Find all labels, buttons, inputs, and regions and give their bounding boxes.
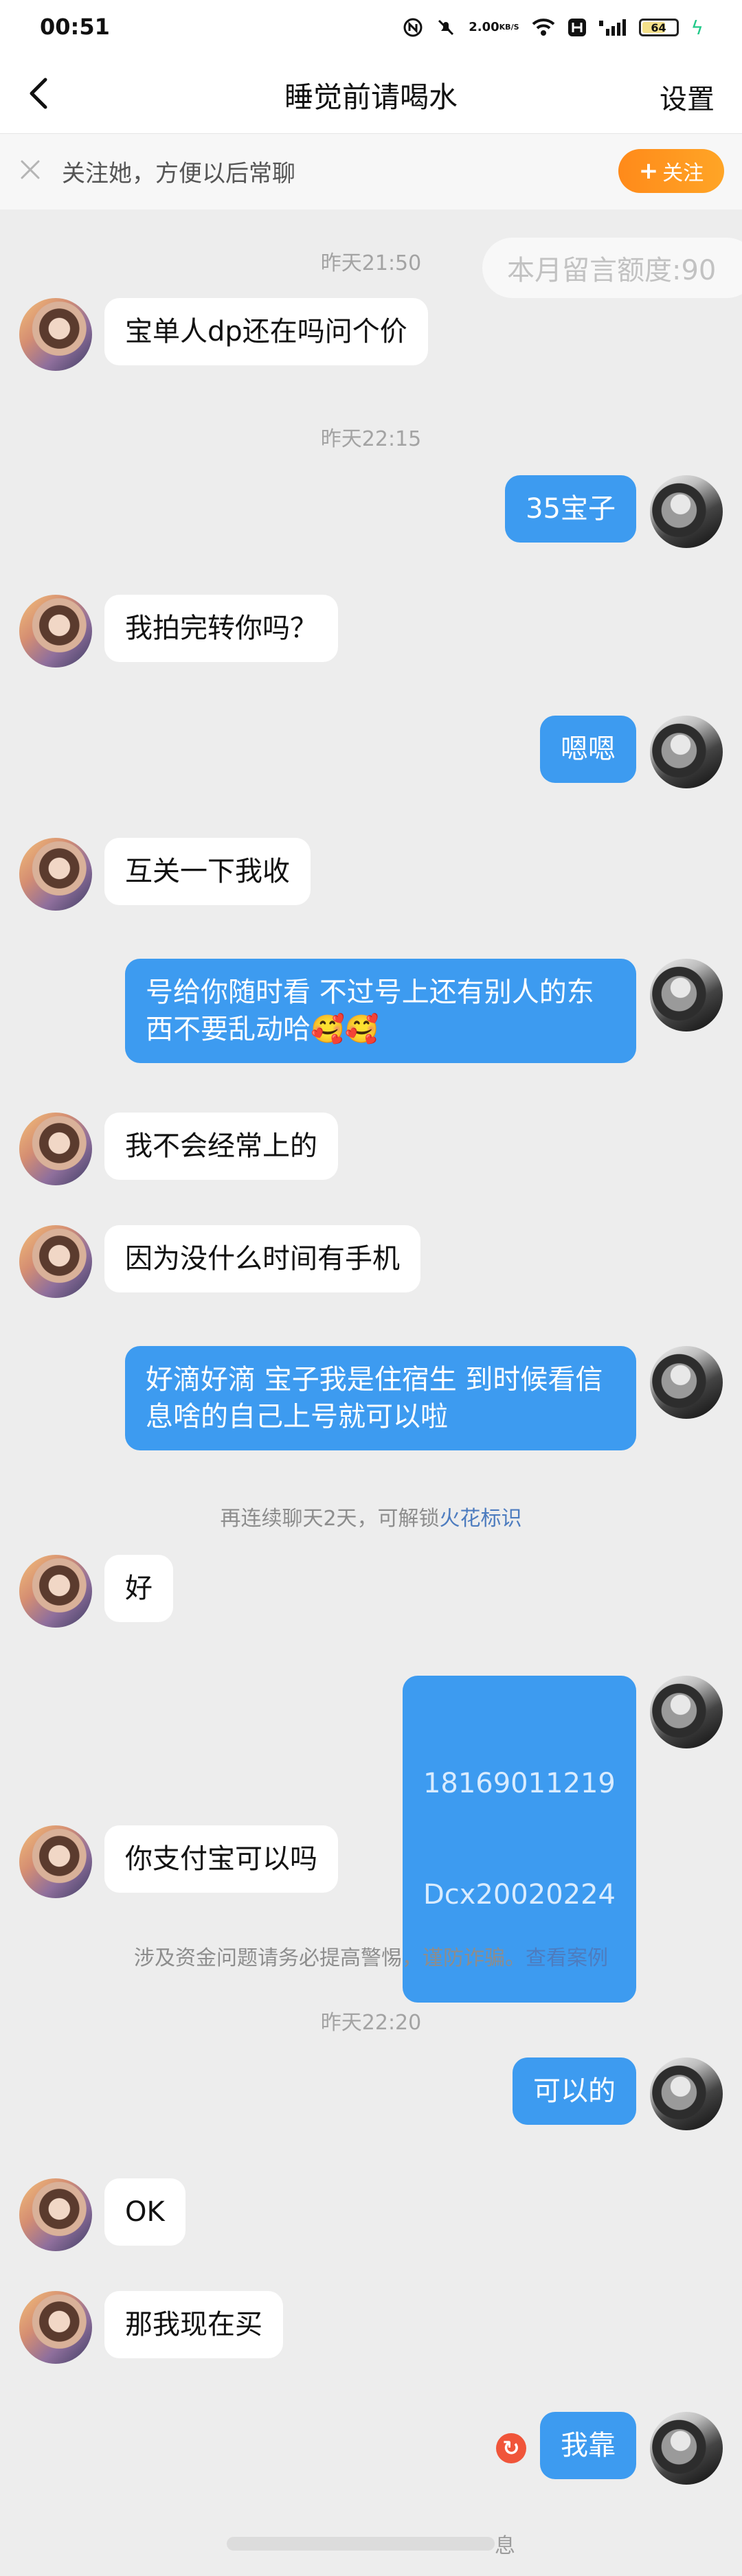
bottom-hint: 息: [495, 2534, 515, 2558]
chat-screen: 00:51 2.00 KB/S 64 ϟ 睡觉前请喝水 设置 关注她，方便以后常…: [0, 0, 742, 2576]
message-bubble-in[interactable]: 我拍完转你吗？: [104, 595, 338, 662]
my-avatar[interactable]: [650, 2058, 723, 2130]
status-time: 00:51: [40, 14, 110, 40]
my-avatar[interactable]: [650, 475, 723, 548]
blurred-hint: [227, 2537, 495, 2551]
fraud-warning-link[interactable]: 查看案例: [526, 1946, 608, 1970]
contact-avatar[interactable]: [19, 595, 92, 668]
message-bubble-out[interactable]: 我靠: [540, 2412, 636, 2479]
message-line: Dcx20020224: [423, 1879, 616, 1911]
message-line: 18169011219: [423, 1768, 616, 1799]
plus-icon: +: [638, 157, 659, 185]
wifi-icon: [532, 18, 555, 37]
contact-avatar[interactable]: [19, 1825, 92, 1898]
message-bubble-in[interactable]: 宝单人dp还在吗问个价: [104, 298, 428, 365]
nfc-icon: [403, 17, 423, 38]
message-bubble-out[interactable]: 号给你随时看 不过号上还有别人的东西不要乱动哈🥰🥰: [125, 959, 636, 1063]
timestamp: 昨天22:15: [320, 427, 422, 451]
contact-avatar[interactable]: [19, 1225, 92, 1298]
battery-icon: 64: [638, 19, 679, 36]
page-title: 睡觉前请喝水: [284, 80, 458, 114]
message-bubble-out[interactable]: 35宝子: [505, 475, 636, 543]
follow-hint: 关注她，方便以后常聊: [62, 160, 295, 187]
message-bubble-in[interactable]: 好: [104, 1555, 173, 1622]
fraud-warning-text: 涉及资金问题请务必提高警惕，谨防诈骗。: [134, 1946, 526, 1970]
streak-text: 再连续聊天2天，可解锁: [220, 1507, 440, 1531]
nav-bar: 睡觉前请喝水 设置: [0, 55, 742, 134]
contact-avatar[interactable]: [19, 298, 92, 371]
message-bubble-in[interactable]: 我不会经常上的: [104, 1113, 338, 1180]
charging-icon: ϟ: [690, 16, 704, 39]
timestamp: 昨天22:20: [320, 2011, 422, 2035]
message-bubble-out[interactable]: 可以的: [513, 2058, 636, 2125]
contact-avatar[interactable]: [19, 2291, 92, 2364]
follow-button[interactable]: + 关注: [618, 149, 724, 193]
message-bubble-out[interactable]: 好滴好滴 宝子我是住宿生 到时候看信息啥的自己上号就可以啦: [125, 1346, 636, 1450]
my-avatar[interactable]: [650, 1676, 723, 1748]
contact-avatar[interactable]: [19, 2178, 92, 2251]
my-avatar[interactable]: [650, 1346, 723, 1419]
my-avatar[interactable]: [650, 2412, 723, 2485]
my-avatar[interactable]: [650, 716, 723, 788]
timestamp: 昨天21:50: [320, 251, 422, 275]
follow-banner: 关注她，方便以后常聊 + 关注: [0, 134, 742, 209]
net-speed-unit: KB/S: [499, 23, 519, 32]
streak-notice: 再连续聊天2天，可解锁火花标识: [0, 1501, 742, 1531]
settings-button[interactable]: 设置: [660, 77, 715, 117]
message-bubble-out[interactable]: 嗯嗯: [540, 716, 636, 783]
message-bubble-in[interactable]: 因为没什么时间有手机: [104, 1225, 420, 1292]
contact-avatar[interactable]: [19, 838, 92, 911]
my-avatar[interactable]: [650, 959, 723, 1031]
streak-link[interactable]: 火花标识: [440, 1507, 522, 1531]
resend-icon[interactable]: ↻: [496, 2433, 526, 2463]
battery-level: 64: [651, 21, 666, 34]
hd-icon: [567, 18, 587, 37]
contact-avatar[interactable]: [19, 1555, 92, 1628]
message-bubble-in[interactable]: 你支付宝可以吗: [104, 1825, 338, 1893]
message-bubble-in[interactable]: 那我现在买: [104, 2291, 283, 2358]
fraud-warning: 涉及资金问题请务必提高警惕，谨防诈骗。查看案例: [0, 1941, 742, 1971]
status-bar: 00:51 2.00 KB/S 64 ϟ: [0, 0, 742, 55]
status-icons: 2.00 KB/S 64 ϟ: [403, 14, 704, 41]
message-bubble-in[interactable]: 互关一下我收: [104, 838, 311, 905]
net-speed-value: 2.00: [469, 20, 499, 34]
close-icon[interactable]: [18, 157, 43, 182]
mute-icon: [436, 17, 456, 38]
signal-icon: [598, 18, 627, 37]
message-bubble-in[interactable]: OK: [104, 2178, 186, 2246]
follow-button-label: 关注: [662, 161, 704, 185]
contact-avatar[interactable]: [19, 1113, 92, 1185]
net-speed: 2.00 KB/S: [469, 20, 519, 34]
